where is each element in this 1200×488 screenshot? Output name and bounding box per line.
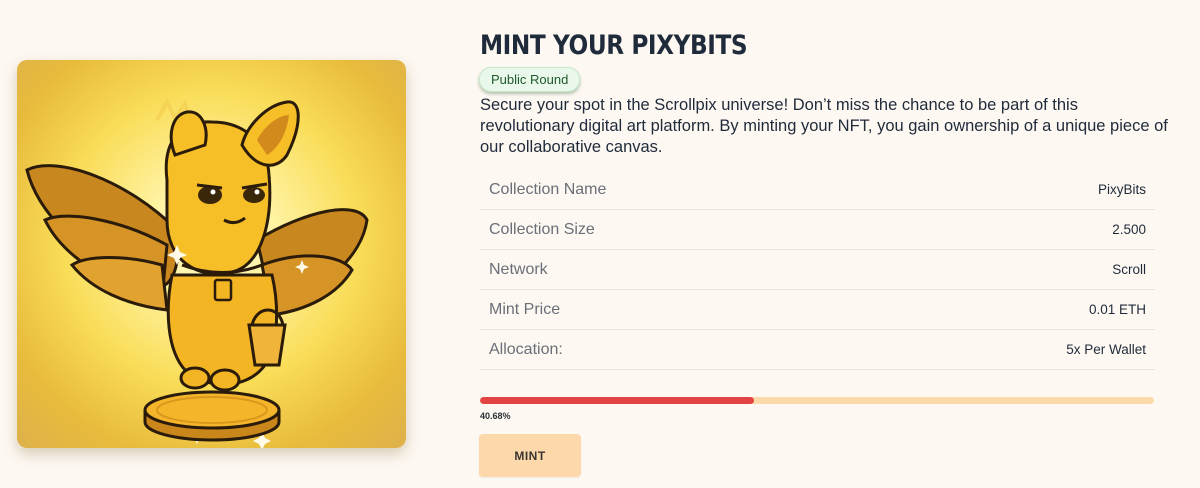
pixybit-character-illustration	[25, 97, 369, 448]
detail-label: Collection Name	[489, 180, 607, 198]
collection-details-table: Collection Name PixyBits Collection Size…	[480, 170, 1155, 370]
detail-label: Mint Price	[489, 300, 561, 318]
left-wing	[25, 164, 180, 312]
mint-progress-percent: 40.68%	[480, 411, 511, 421]
bucket	[247, 323, 287, 367]
mint-progress-fill	[480, 397, 755, 404]
detail-row-collection-name: Collection Name PixyBits	[480, 170, 1155, 210]
detail-label: Collection Size	[489, 220, 595, 238]
round-status-badge: Public Round	[479, 67, 581, 92]
coin	[143, 390, 281, 442]
detail-value: PixyBits	[1097, 182, 1146, 197]
detail-row-network: Network Scroll	[480, 250, 1155, 290]
detail-value: 5x Per Wallet	[1066, 342, 1146, 357]
detail-label: Allocation:	[489, 340, 563, 358]
detail-value: 0.01 ETH	[1088, 302, 1146, 317]
detail-row-mint-price: Mint Price 0.01 ETH	[480, 290, 1155, 330]
detail-row-collection-size: Collection Size 2.500	[480, 210, 1155, 250]
mint-description: Secure your spot in the Scrollpix univer…	[480, 96, 1168, 156]
detail-label: Network	[489, 260, 548, 278]
detail-value: 2.500	[1112, 222, 1146, 237]
page-title: MINT YOUR PIXYBITS	[480, 30, 748, 61]
nft-artwork-card	[17, 60, 406, 448]
detail-row-allocation: Allocation: 5x Per Wallet	[480, 330, 1155, 370]
mint-button[interactable]: MINT	[479, 434, 581, 477]
detail-value: Scroll	[1112, 262, 1146, 277]
mint-progress-bar	[480, 397, 1154, 404]
